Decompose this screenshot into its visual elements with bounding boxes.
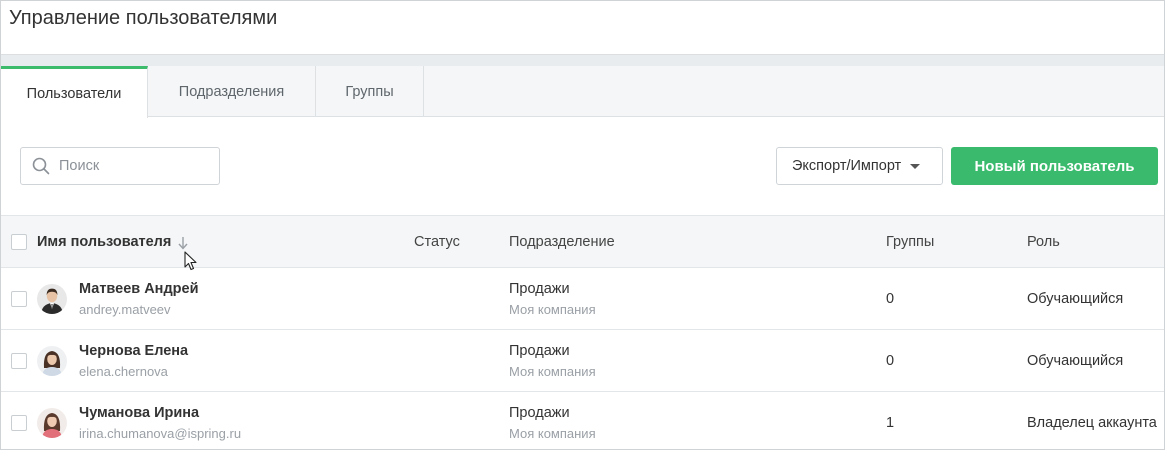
new-user-button[interactable]: Новый пользователь — [951, 147, 1158, 185]
column-header-name-label: Имя пользователя — [37, 234, 172, 250]
new-user-label: Новый пользователь — [974, 157, 1135, 175]
search-icon — [32, 157, 50, 175]
mouse-cursor-icon — [184, 251, 197, 271]
tab-bar: Пользователи Подразделения Группы — [1, 66, 1164, 118]
column-header-status[interactable]: Статус — [414, 234, 460, 250]
column-header-name[interactable]: Имя пользователя — [37, 234, 171, 250]
user-login: elena.chernova — [79, 364, 168, 379]
user-name[interactable]: Чернова Елена — [79, 343, 188, 359]
female-avatar-icon — [37, 408, 67, 438]
tab-departments[interactable]: Подразделения — [148, 66, 316, 117]
female-avatar-icon — [37, 346, 67, 376]
table-row[interactable]: Чернова Елена elena.chernova Продажи Моя… — [1, 330, 1164, 392]
user-name[interactable]: Матвеев Андрей — [79, 281, 198, 297]
user-login: irina.chumanova@ispring.ru — [79, 426, 242, 441]
column-header-department[interactable]: Подразделение — [509, 234, 615, 250]
male-avatar-icon — [37, 284, 67, 314]
tab-departments-label: Подразделения — [178, 83, 285, 100]
avatar — [37, 408, 67, 438]
search-input[interactable] — [59, 158, 199, 174]
column-header-groups[interactable]: Группы — [886, 234, 934, 250]
avatar — [37, 346, 67, 376]
table-row[interactable]: Чуманова Ирина irina.chumanova@ispring.r… — [1, 392, 1164, 449]
user-department: Продажи — [509, 281, 570, 297]
tab-users-label: Пользователи — [26, 85, 122, 102]
tab-groups-label: Группы — [345, 83, 394, 100]
column-header-status-label: Статус — [414, 234, 460, 250]
user-role: Обучающийся — [1027, 291, 1124, 307]
row-checkbox[interactable] — [11, 415, 27, 431]
user-groups-count: 0 — [886, 291, 895, 307]
arrow-down-icon[interactable] — [177, 236, 189, 250]
tab-groups[interactable]: Группы — [316, 66, 424, 117]
user-department: Продажи — [509, 405, 570, 421]
column-header-role[interactable]: Роль — [1027, 234, 1060, 250]
user-management-window: Управление пользователями Пользователи П… — [0, 0, 1165, 450]
chevron-down-icon — [910, 163, 921, 169]
page-title: Управление пользователями — [9, 7, 278, 29]
user-role: Обучающийся — [1027, 353, 1124, 369]
export-import-button[interactable]: Экспорт/Импорт — [776, 147, 943, 185]
export-import-label: Экспорт/Импорт — [792, 158, 902, 174]
search-box[interactable] — [20, 147, 220, 185]
user-company: Моя компания — [509, 426, 596, 441]
user-name[interactable]: Чуманова Ирина — [79, 405, 199, 421]
row-checkbox[interactable] — [11, 353, 27, 369]
user-company: Моя компания — [509, 302, 596, 317]
user-company: Моя компания — [509, 364, 596, 379]
user-groups-count: 0 — [886, 353, 895, 369]
user-login: andrey.matveev — [79, 302, 171, 317]
header-divider-band — [1, 54, 1164, 66]
select-all-checkbox[interactable] — [11, 234, 27, 250]
column-header-groups-label: Группы — [886, 234, 935, 250]
tab-users[interactable]: Пользователи — [1, 66, 148, 118]
user-role: Владелец аккаунта — [1027, 415, 1157, 431]
row-checkbox[interactable] — [11, 291, 27, 307]
user-department: Продажи — [509, 343, 570, 359]
table-header: Имя пользователя Статус Подразделение Гр… — [1, 215, 1164, 268]
user-groups-count: 1 — [886, 415, 895, 431]
avatar — [37, 284, 67, 314]
column-header-role-label: Роль — [1027, 234, 1060, 250]
table-row[interactable]: Матвеев Андрей andrey.matveev Продажи Мо… — [1, 268, 1164, 330]
column-header-department-label: Подразделение — [509, 234, 615, 250]
